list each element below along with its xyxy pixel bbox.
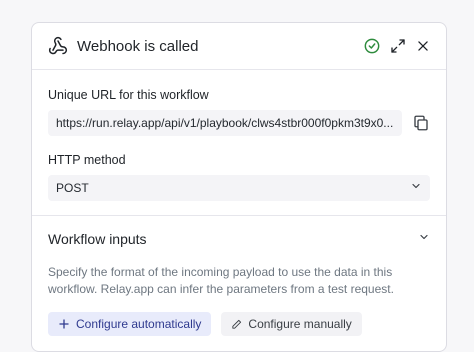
workflow-inputs-section: Workflow inputs Specify the format of th… [32, 216, 446, 350]
pencil-icon [231, 319, 242, 330]
card-header: Webhook is called [32, 23, 446, 70]
configure-buttons: Configure automatically Configure manual… [48, 312, 430, 336]
check-circle-icon [364, 38, 380, 54]
webhook-trigger-card: Webhook is called Unique URL for this wo… [31, 22, 447, 352]
http-method-label: HTTP method [48, 153, 126, 167]
collapse-chevron-icon[interactable] [418, 230, 430, 248]
url-row: https://run.relay.app/api/v1/playbook/cl… [48, 110, 430, 136]
expand-icon[interactable] [390, 38, 406, 54]
card-title: Webhook is called [77, 37, 199, 55]
header-actions [364, 38, 430, 54]
workflow-inputs-description: Specify the format of the incoming paylo… [48, 265, 394, 296]
workflow-inputs-title: Workflow inputs [48, 231, 147, 247]
configure-automatically-label: Configure automatically [76, 317, 202, 331]
http-method-select[interactable]: POST [48, 175, 430, 201]
configure-automatically-button[interactable]: Configure automatically [48, 312, 212, 336]
http-method-value: POST [56, 181, 89, 195]
webhook-url-field[interactable]: https://run.relay.app/api/v1/playbook/cl… [48, 110, 402, 136]
workflow-inputs-header[interactable]: Workflow inputs [48, 230, 430, 248]
close-icon[interactable] [416, 39, 430, 53]
chevron-down-icon [410, 175, 422, 201]
webhook-icon [48, 36, 68, 56]
plus-icon [58, 318, 70, 330]
webhook-settings-section: Unique URL for this workflow https://run… [32, 70, 446, 216]
configure-manually-label: Configure manually [248, 317, 352, 331]
url-label: Unique URL for this workflow [48, 88, 209, 102]
configure-manually-button[interactable]: Configure manually [221, 312, 362, 336]
copy-icon[interactable] [412, 114, 430, 132]
